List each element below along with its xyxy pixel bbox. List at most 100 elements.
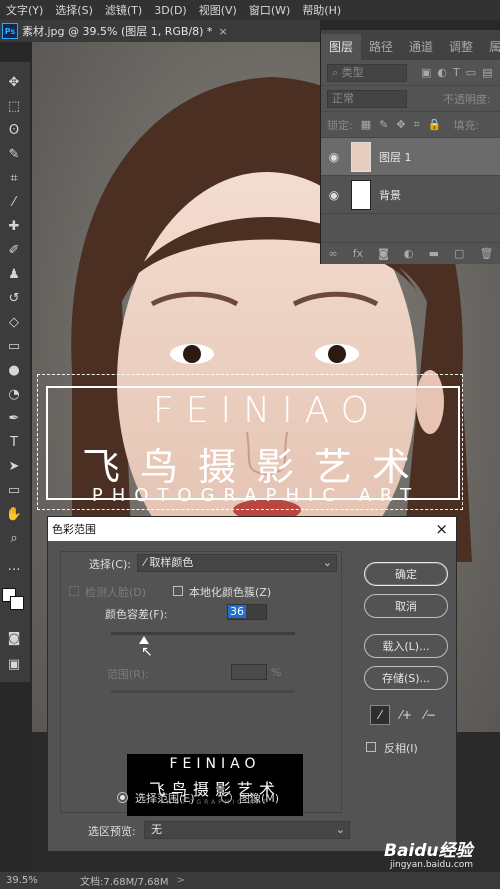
quick-mask-icon[interactable]: ◙: [4, 628, 24, 648]
eyedropper-icon[interactable]: ⁄: [370, 705, 390, 725]
lock-icons[interactable]: ▦✎✥⌗🔒: [361, 118, 450, 132]
trash-icon[interactable]: 🗑: [479, 247, 493, 260]
eyedropper-tool-icon[interactable]: ⁄: [4, 192, 24, 212]
brush-tool-icon[interactable]: ✐: [4, 240, 24, 260]
history-brush-tool-icon[interactable]: ↺: [4, 288, 24, 308]
menu-view[interactable]: 视图(V): [199, 2, 237, 18]
layer-row[interactable]: ◉ 背景: [321, 176, 500, 214]
selection-preview-thumbnail: FEINIAO 飞鸟摄影艺术 PHOTOGRAPHIC ART: [127, 754, 303, 816]
lasso-tool-icon[interactable]: ʘ: [4, 120, 24, 140]
baidu-logo: Baidu经验: [384, 841, 473, 861]
load-button[interactable]: 载入(L)...: [364, 634, 448, 658]
layer-row[interactable]: ◉ 图层 1: [321, 138, 500, 176]
range-slider[interactable]: [111, 690, 295, 693]
tab-properties[interactable]: 属性: [481, 34, 500, 60]
fuzziness-slider-handle[interactable]: [139, 636, 150, 644]
ok-button[interactable]: 确定: [364, 562, 448, 586]
marquee-tool-icon[interactable]: ⬚: [4, 96, 24, 116]
document-title: 素材.jpg @ 39.5% (图层 1, RGB/8) *: [22, 25, 213, 38]
zoom-tool-icon[interactable]: ⌕: [4, 528, 24, 548]
move-tool-icon[interactable]: ✥: [4, 72, 24, 92]
tab-layers[interactable]: 图层: [321, 34, 362, 60]
background-color-swatch[interactable]: [10, 596, 24, 610]
localized-checkbox[interactable]: [173, 586, 183, 596]
layer-name: 背景: [379, 188, 401, 202]
document-tab[interactable]: Ps 素材.jpg @ 39.5% (图层 1, RGB/8) * ×: [0, 20, 320, 42]
visibility-eye-icon[interactable]: ◉: [321, 150, 347, 164]
menu-help[interactable]: 帮助(H): [302, 2, 341, 18]
kind-filter-select[interactable]: ⌕ 类型: [327, 63, 407, 82]
hand-tool-icon[interactable]: ✋: [4, 504, 24, 524]
range-label: 范围(R):: [107, 668, 149, 681]
lock-label: 锁定:: [327, 118, 353, 132]
filter-icons[interactable]: ▣◐T▭▤: [421, 66, 499, 79]
right-eye-iris: [328, 345, 346, 363]
baidu-url: jingyan.baidu.com: [390, 860, 474, 870]
watermark-chinese: 飞鸟摄影艺术: [81, 445, 430, 489]
type-tool-icon[interactable]: T: [4, 432, 24, 452]
dodge-tool-icon[interactable]: ◔: [4, 384, 24, 404]
blend-mode-select[interactable]: 正常: [327, 89, 407, 108]
link-layers-icon[interactable]: ∞: [329, 247, 338, 260]
shape-tool-icon[interactable]: ▭: [4, 480, 24, 500]
left-eye-iris: [183, 345, 201, 363]
gradient-tool-icon[interactable]: ▭: [4, 336, 24, 356]
add-to-sample-icon[interactable]: ⁄+: [396, 705, 416, 725]
photoshop-logo-icon: Ps: [2, 23, 18, 39]
dialog-title: 色彩范围: [52, 523, 96, 536]
tab-channels[interactable]: 通道: [401, 34, 441, 60]
selection-radio[interactable]: [117, 792, 128, 803]
close-icon[interactable]: ×: [435, 520, 448, 538]
fx-icon[interactable]: fx: [353, 247, 363, 260]
cancel-button[interactable]: 取消: [364, 594, 448, 618]
tab-paths[interactable]: 路径: [361, 34, 401, 60]
document-size: 文档:7.68M/7.68M: [80, 877, 169, 888]
add-mask-icon[interactable]: ◙: [378, 247, 389, 260]
crop-tool-icon[interactable]: ⌗: [4, 168, 24, 188]
mouse-cursor-icon: ↖: [141, 644, 153, 660]
menu-window[interactable]: 窗口(W): [249, 2, 290, 18]
detect-faces-label: 检测人脸(D): [85, 586, 147, 599]
zoom-level[interactable]: 39.5%: [0, 875, 70, 886]
chevron-right-icon[interactable]: >: [177, 875, 185, 886]
tools-panel: ✥ ⬚ ʘ ✎ ⌗ ⁄ ✚ ✐ ♟ ↺ ◇ ▭ ● ◔ ✒ T ➤ ▭ ✋ ⌕ …: [0, 62, 30, 682]
visibility-eye-icon[interactable]: ◉: [321, 188, 347, 202]
healing-brush-tool-icon[interactable]: ✚: [4, 216, 24, 236]
save-button[interactable]: 存储(S)...: [364, 666, 448, 690]
adjustment-layer-icon[interactable]: ◐: [404, 247, 414, 260]
tab-adjustments[interactable]: 调整: [441, 34, 481, 60]
fuzziness-slider[interactable]: [111, 632, 295, 635]
clone-stamp-tool-icon[interactable]: ♟: [4, 264, 24, 284]
eraser-tool-icon[interactable]: ◇: [4, 312, 24, 332]
selection-preview-label: 选区预览:: [88, 825, 136, 838]
document-close-icon[interactable]: ×: [218, 25, 227, 38]
watermark-english: PHOTOGRAPHIC ART: [91, 485, 421, 506]
invert-checkbox[interactable]: [366, 742, 376, 752]
color-range-dialog: 色彩范围 × 选择(C): ⁄ 取样颜色 ⌄ 检测人脸(D) 本地化颜色簇(Z)…: [47, 516, 457, 852]
selection-preview-select[interactable]: 无 ⌄: [144, 821, 350, 839]
more-tools-icon[interactable]: …: [4, 556, 24, 576]
range-input[interactable]: [231, 664, 267, 680]
blur-tool-icon[interactable]: ●: [4, 360, 24, 380]
quick-select-tool-icon[interactable]: ✎: [4, 144, 24, 164]
pen-tool-icon[interactable]: ✒: [4, 408, 24, 428]
dialog-titlebar[interactable]: 色彩范围: [48, 517, 456, 541]
path-select-tool-icon[interactable]: ➤: [4, 456, 24, 476]
image-radio[interactable]: [221, 792, 232, 803]
fuzziness-label: 颜色容差(F):: [105, 608, 168, 621]
blend-row: 正常 不透明度:: [321, 86, 500, 112]
dialog-options-group: 选择(C): ⁄ 取样颜色 ⌄ 检测人脸(D) 本地化颜色簇(Z) 颜色容差(F…: [60, 551, 342, 816]
menu-select[interactable]: 选择(S): [55, 2, 93, 18]
subtract-from-sample-icon[interactable]: ⁄−: [420, 705, 440, 725]
fuzziness-input[interactable]: 36: [227, 604, 267, 620]
menu-type[interactable]: 文字(Y): [6, 2, 43, 18]
detect-faces-checkbox[interactable]: [69, 586, 79, 596]
new-group-icon[interactable]: ▬: [429, 247, 439, 260]
menu-filter[interactable]: 滤镜(T): [105, 2, 142, 18]
select-dropdown[interactable]: ⁄ 取样颜色 ⌄: [137, 554, 337, 572]
screen-mode-icon[interactable]: ▣: [4, 654, 24, 674]
fill-label: 填充:: [453, 118, 480, 132]
preview-line-1: FEINIAO: [169, 756, 261, 772]
menu-3d[interactable]: 3D(D): [154, 4, 187, 17]
new-layer-icon[interactable]: ▢: [454, 247, 464, 260]
